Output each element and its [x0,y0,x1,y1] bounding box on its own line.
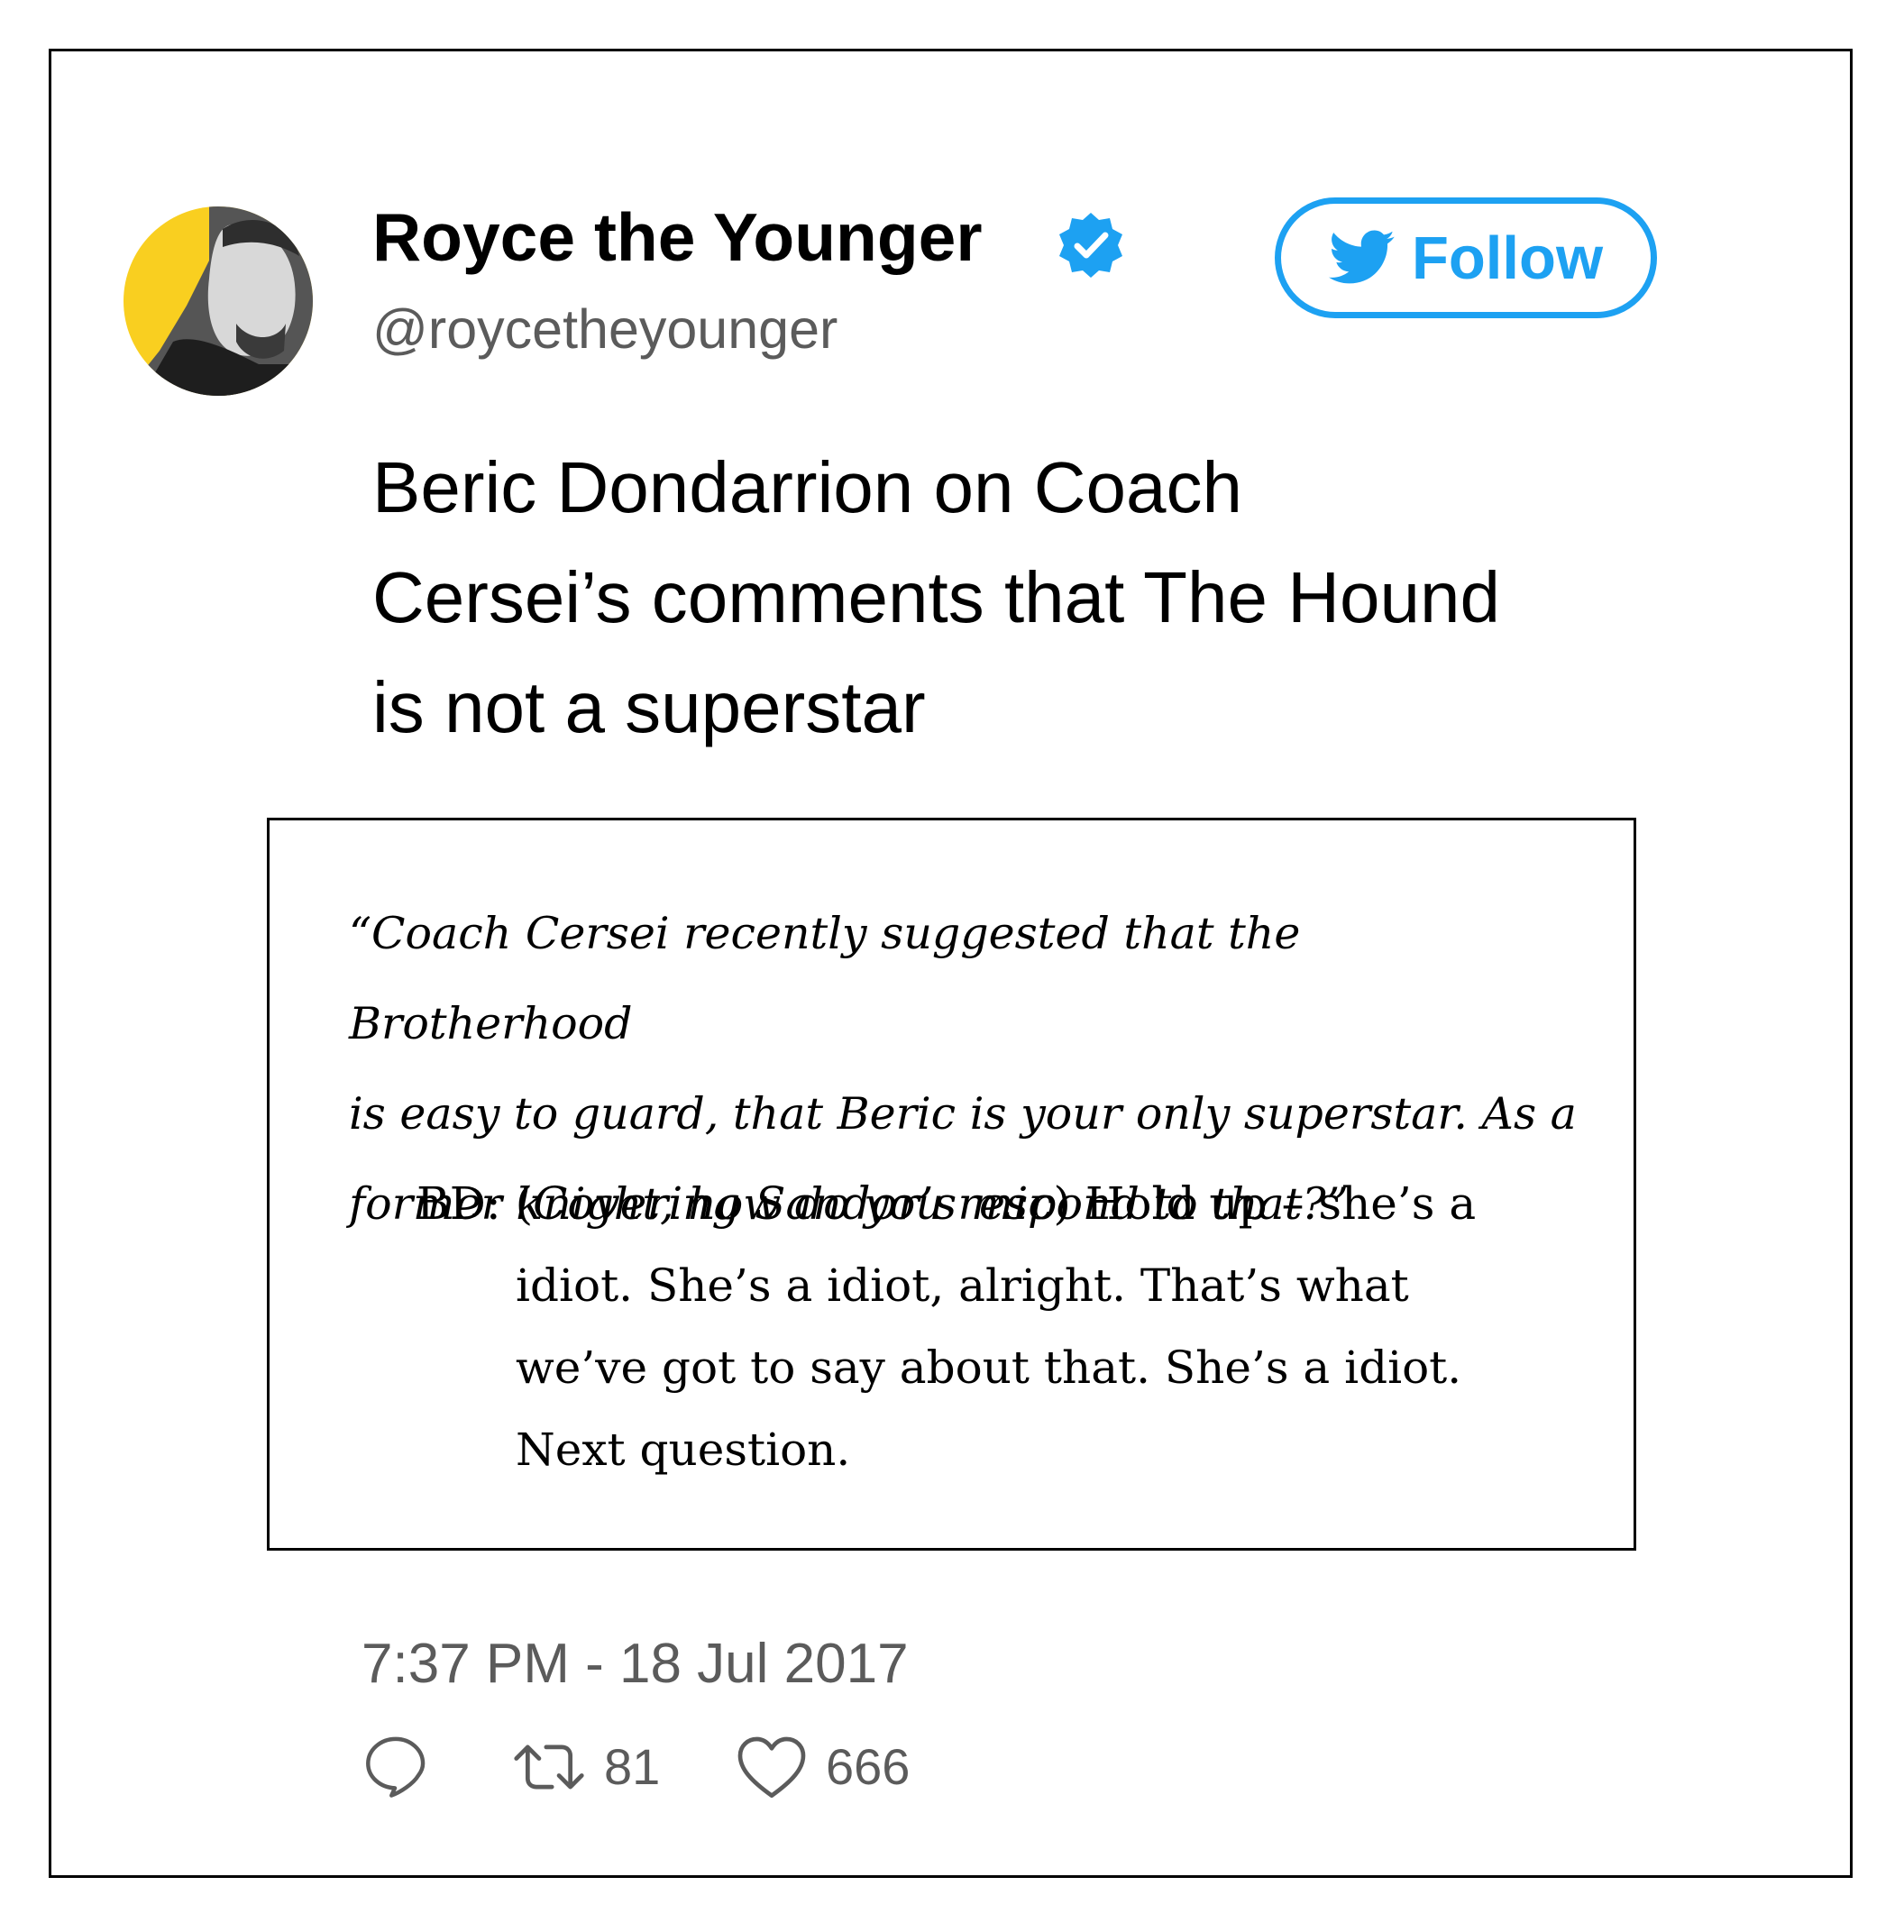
like-button[interactable]: 666 [736,1731,910,1803]
follow-button[interactable]: Follow [1275,197,1657,318]
attached-quote-image[interactable]: “Coach Cersei recently suggested that th… [267,818,1636,1551]
reply-icon [366,1736,426,1798]
follow-label: Follow [1411,224,1604,292]
answer-paren-close: ) [1053,1177,1071,1230]
quote-question-line: is easy to guard, that Beric is your onl… [349,1088,1577,1140]
retweet-count: 81 [604,1738,661,1795]
twitter-bird-icon [1328,230,1395,284]
answer-text: Hold up – she’s a [1070,1177,1477,1230]
quote-answer: BD: (Covering Sandor’s mic) Hold up – sh… [416,1163,1543,1491]
answer-paren-open: ( [515,1177,534,1230]
tweet-text-line: Cersei’s comments that The Hound [372,557,1500,637]
reply-button[interactable] [362,1731,430,1799]
retweet-button[interactable]: 81 [512,1731,660,1803]
tweet-text-line: Beric Dondarrion on Coach [372,447,1242,527]
avatar[interactable] [124,206,313,396]
tweet-timestamp[interactable]: 7:37 PM - 18 Jul 2017 [362,1632,909,1697]
avatar-photo [124,206,313,396]
verified-badge-icon [1059,213,1122,278]
heart-icon [737,1736,806,1798]
answer-text: idiot. She’s a idiot, alright. That’s wh… [516,1259,1409,1312]
like-count: 666 [826,1738,911,1795]
quote-question-line: “Coach Cersei recently suggested that th… [349,908,1301,1049]
display-name[interactable]: Royce the Younger [372,198,983,276]
answer-text: we’ve got to say about that. She’s a idi… [516,1341,1462,1394]
answer-speaker: BD: [416,1177,516,1230]
tweet-actions: 81 666 [362,1731,993,1803]
retweet-icon [514,1744,584,1790]
tweet-text: Beric Dondarrion on Coach Cersei’s comme… [372,433,1562,763]
answer-stage-direction: Covering Sandor’s mic [533,1177,1054,1230]
user-handle[interactable]: @roycetheyounger [372,298,838,361]
answer-text: Next question. [516,1424,851,1476]
tweet-text-line: is not a superstar [372,667,926,747]
